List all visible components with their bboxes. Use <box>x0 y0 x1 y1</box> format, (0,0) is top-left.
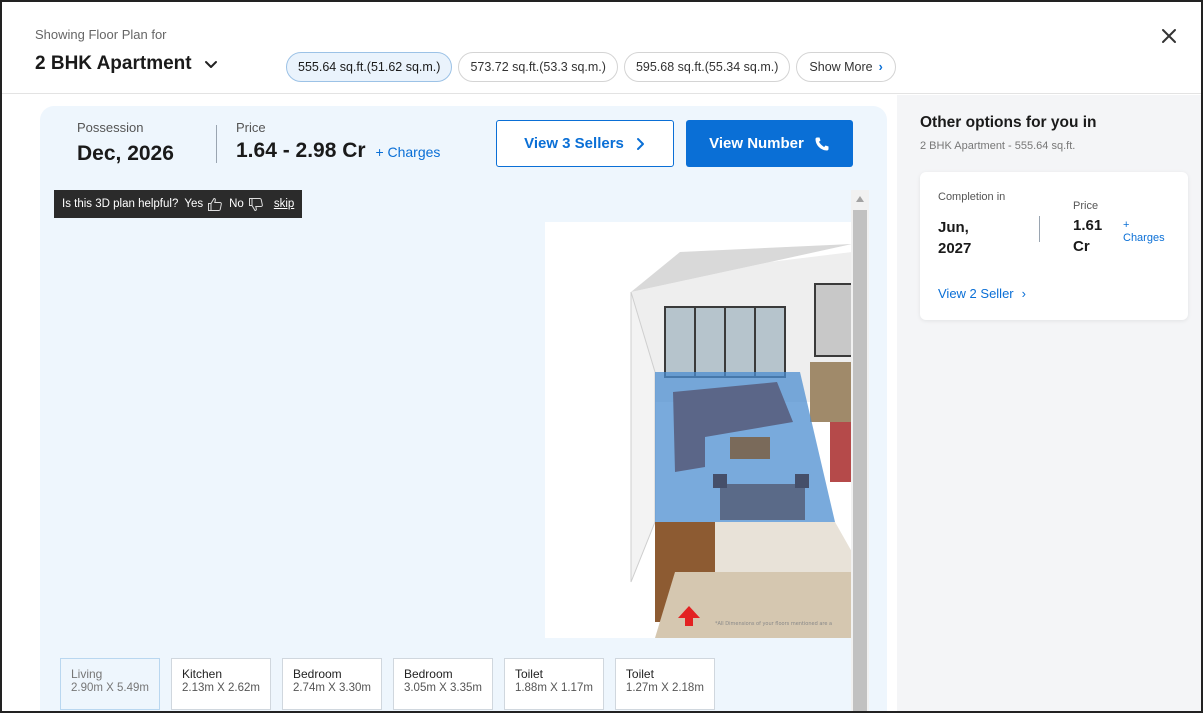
thumbs-up-icon <box>208 197 222 211</box>
show-more-button[interactable]: Show More › <box>796 52 896 82</box>
completion-label: Completion in <box>938 191 1006 203</box>
plan-feedback-bar: Is this 3D plan helpful? Yes No skip <box>54 190 303 218</box>
charges-link[interactable]: + Charges <box>375 144 440 160</box>
room-dimension: 1.88m X 1.17m <box>514 682 593 694</box>
option-charges-link[interactable]: + Charges <box>1123 219 1173 245</box>
feedback-no-button[interactable]: No <box>229 197 264 212</box>
room-dimensions-list: Living 2.90m X 5.49m Kitchen 2.13m X 2.6… <box>60 658 715 710</box>
phone-icon <box>815 137 829 150</box>
floor-plan-illustration: *All Dimensions of your floors mentioned… <box>630 244 852 638</box>
room-card-bedroom-2[interactable]: Bedroom 3.05m X 3.35m <box>392 658 493 710</box>
room-dimension: 2.13m X 2.62m <box>181 682 260 694</box>
option-card[interactable]: Completion in Jun, 2027 Price 1.61 Cr + … <box>920 172 1188 320</box>
option-price-label: Price <box>1073 200 1099 212</box>
feedback-yes-label: Yes <box>184 198 204 210</box>
view-seller-label: View 2 Seller <box>938 286 1014 301</box>
view-sellers-button[interactable]: View 3 Sellers <box>496 120 674 167</box>
plan-disclaimer: *All Dimensions of your floors mentioned… <box>715 621 832 627</box>
showing-label: Showing Floor Plan for <box>35 27 167 42</box>
view-number-label: View Number <box>709 135 804 152</box>
room-card-toilet-2[interactable]: Toilet 1.27m X 2.18m <box>614 658 715 710</box>
room-dimension: 1.27m X 2.18m <box>625 682 704 694</box>
chevron-right-icon: › <box>1021 286 1026 301</box>
feedback-skip-link[interactable]: skip <box>274 198 294 210</box>
view-seller-link[interactable]: View 2 Seller › <box>938 286 1026 301</box>
room-card-bedroom-1[interactable]: Bedroom 2.74m X 3.30m <box>281 658 382 710</box>
room-card-kitchen[interactable]: Kitchen 2.13m X 2.62m <box>170 658 271 710</box>
close-icon[interactable] <box>1159 26 1179 46</box>
room-name: Toilet <box>625 667 654 681</box>
thumbs-down-icon <box>248 197 263 211</box>
option-price-value: 1.61 Cr <box>1073 217 1103 255</box>
view-sellers-label: View 3 Sellers <box>524 135 624 152</box>
size-tab-555[interactable]: 555.64 sq.ft.(51.62 sq.m.) <box>286 52 453 82</box>
room-name: Kitchen <box>181 667 223 681</box>
possession-value: Dec, 2026 <box>77 142 174 165</box>
plan-scrollbar[interactable] <box>851 190 869 711</box>
other-options-subtitle: 2 BHK Apartment - 555.64 sq.ft. <box>920 140 1076 152</box>
chevron-right-icon <box>636 137 644 150</box>
room-card-living[interactable]: Living 2.90m X 5.49m <box>60 658 160 710</box>
size-tab-595[interactable]: 595.68 sq.ft.(55.34 sq.m.) <box>623 52 791 82</box>
price-label: Price <box>236 120 266 135</box>
floor-plan-modal: Showing Floor Plan for 2 BHK Apartment 5… <box>0 0 1203 713</box>
room-name: Bedroom <box>403 667 453 681</box>
room-name: Living <box>71 667 103 681</box>
feedback-yes-button[interactable]: Yes <box>184 197 223 212</box>
chevron-down-icon <box>204 61 217 68</box>
feedback-question: Is this 3D plan helpful? <box>62 198 179 210</box>
possession-label: Possession <box>77 120 144 135</box>
price-value: 1.64 - 2.98 Cr <box>236 139 366 162</box>
modal-header: Showing Floor Plan for 2 BHK Apartment 5… <box>2 2 1201 94</box>
size-tabs: 555.64 sq.ft.(51.62 sq.m.) 573.72 sq.ft.… <box>286 52 896 82</box>
scroll-up-button[interactable] <box>851 190 869 208</box>
other-options-title: Other options for you in <box>920 114 1097 131</box>
feedback-no-label: No <box>229 198 244 210</box>
summary-divider <box>216 125 217 163</box>
unit-title: 2 BHK Apartment <box>35 53 192 74</box>
room-name: Bedroom <box>292 667 342 681</box>
show-more-label: Show More <box>809 60 873 74</box>
room-dimension: 2.90m X 5.49m <box>71 682 149 694</box>
unit-type-dropdown[interactable]: 2 BHK Apartment <box>35 53 220 75</box>
option-divider <box>1039 216 1040 242</box>
floor-plan-panel: Possession Dec, 2026 Price 1.64 - 2.98 C… <box>40 106 887 711</box>
scroll-up-arrow-icon <box>856 196 864 202</box>
3d-floor-plan-image: *All Dimensions of your floors mentioned… <box>545 222 852 638</box>
chevron-right-icon: › <box>878 60 883 74</box>
room-dimension: 3.05m X 3.35m <box>403 682 482 694</box>
other-options-panel: Other options for you in 2 BHK Apartment… <box>897 95 1201 711</box>
scroll-thumb[interactable] <box>853 210 867 711</box>
price-value-block: 1.64 - 2.98 Cr + Charges <box>236 139 440 163</box>
room-name: Toilet <box>514 667 543 681</box>
completion-value: Jun, 2027 <box>938 219 972 257</box>
room-dimension: 2.74m X 3.30m <box>292 682 371 694</box>
view-number-button[interactable]: View Number <box>686 120 853 167</box>
room-card-toilet-1[interactable]: Toilet 1.88m X 1.17m <box>503 658 604 710</box>
size-tab-573[interactable]: 573.72 sq.ft.(53.3 sq.m.) <box>458 52 618 82</box>
